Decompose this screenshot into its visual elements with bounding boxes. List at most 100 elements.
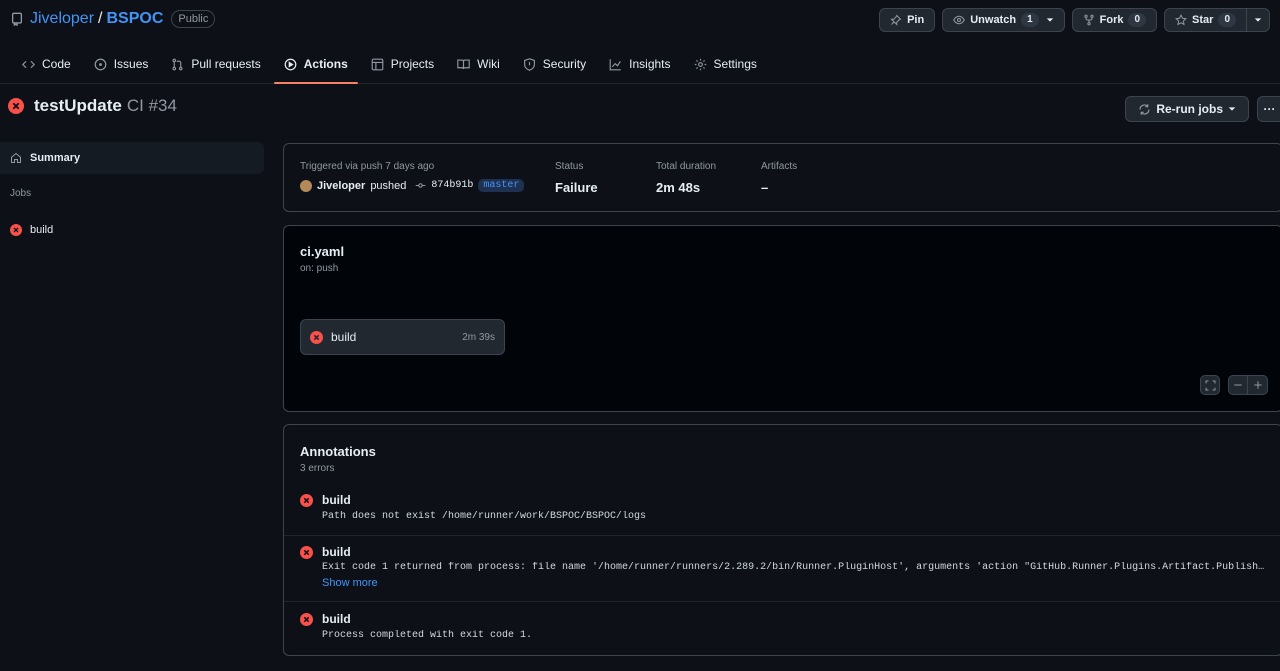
commit-sha-link[interactable]: 874b91b — [431, 180, 473, 191]
code-icon — [22, 60, 35, 68]
run-summary-panel: Triggered via push 7 days ago Jiveloper … — [283, 143, 1280, 212]
annotation-message: Exit code 1 returned from process: file … — [322, 562, 1267, 573]
show-more-link[interactable]: Show more — [322, 577, 378, 589]
watch-count: 1 — [1021, 13, 1039, 27]
pin-button[interactable]: Pin — [879, 8, 936, 32]
fork-button[interactable]: Fork 0 — [1071, 8, 1158, 32]
graph-zoom-controls — [1200, 375, 1268, 395]
tab-label: Projects — [390, 57, 435, 71]
sync-icon — [1139, 103, 1150, 115]
duration-value: 2m 48s — [656, 180, 701, 195]
fullscreen-icon — [1205, 380, 1215, 390]
annotation-job-link[interactable]: build — [322, 545, 351, 559]
annotation-job-link[interactable]: build — [322, 493, 351, 507]
failure-icon — [300, 546, 313, 559]
run-buttons: Re-run jobs ··· — [1125, 96, 1280, 122]
sidebar-item-build[interactable]: build — [0, 214, 264, 246]
tab-label: Security — [542, 57, 587, 71]
trigger-details: Jiveloper pushed 874b91b master — [300, 179, 525, 192]
failure-icon — [310, 330, 323, 344]
annotations-panel: Annotations 3 errors build Path does not… — [283, 424, 1280, 656]
actor-link[interactable]: Jiveloper — [317, 180, 365, 192]
workflow-file-name[interactable]: ci.yaml — [300, 244, 344, 259]
tab-pull-requests[interactable]: Pull requests — [161, 46, 270, 82]
annotations-count: 3 errors — [300, 463, 335, 474]
annotation-message: Process completed with exit code 1. — [322, 630, 533, 641]
rerun-jobs-button[interactable]: Re-run jobs — [1125, 96, 1249, 122]
book-icon — [457, 58, 470, 69]
repo-icon — [10, 12, 24, 26]
fork-count: 0 — [1128, 13, 1147, 27]
star-count: 0 — [1218, 13, 1236, 27]
tab-security[interactable]: Security — [513, 46, 596, 82]
run-title: testUpdate — [34, 96, 122, 115]
repo-owner-link[interactable]: Jiveloper — [30, 10, 94, 28]
annotation-item: build Path does not exist /home/runner/w… — [284, 483, 1280, 535]
avatar[interactable] — [300, 179, 312, 192]
failure-icon — [300, 494, 313, 507]
failure-icon — [10, 224, 22, 236]
tab-label: Wiki — [477, 57, 500, 71]
sidebar-item-label: Summary — [30, 152, 81, 164]
tab-wiki[interactable]: Wiki — [447, 46, 510, 82]
repo-title: Jiveloper / BSPOC Public — [10, 10, 216, 28]
star-button[interactable]: Star 0 — [1164, 8, 1247, 32]
branch-badge[interactable]: master — [478, 179, 525, 192]
tab-projects[interactable]: Projects — [361, 46, 444, 82]
chevron-down-icon — [1254, 18, 1262, 22]
job-node-build[interactable]: build 2m 39s — [300, 319, 505, 355]
more-options-button[interactable]: ··· — [1257, 96, 1280, 122]
failure-icon — [8, 98, 24, 114]
repo-header: Jiveloper / BSPOC Public Pin Unwatch 1 F… — [0, 0, 1280, 84]
table-icon — [371, 58, 384, 70]
jobs-heading: Jobs — [10, 188, 32, 199]
artifacts-column: Artifacts – — [761, 161, 797, 195]
pin-label: Pin — [907, 14, 925, 26]
plus-icon — [1253, 381, 1262, 389]
fullscreen-button[interactable] — [1200, 375, 1220, 395]
star-button-group: Star 0 — [1164, 8, 1270, 32]
chevron-down-icon — [1228, 107, 1236, 111]
annotations-title: Annotations — [300, 444, 376, 459]
kebab-icon: ··· — [1263, 102, 1276, 116]
issue-icon — [94, 58, 107, 70]
failure-icon — [300, 613, 313, 626]
pull-request-icon — [172, 58, 183, 70]
run-header: testUpdate CI #34 — [8, 96, 177, 116]
tab-label: Insights — [629, 57, 671, 71]
zoom-out-button[interactable] — [1228, 375, 1248, 395]
tab-code[interactable]: Code — [12, 46, 81, 82]
fork-icon — [1083, 14, 1094, 26]
home-icon — [10, 152, 22, 164]
sidebar-item-summary[interactable]: Summary — [0, 142, 264, 174]
zoom-in-button[interactable] — [1248, 375, 1268, 395]
star-list-dropdown[interactable] — [1247, 8, 1270, 32]
status-value: Failure — [555, 180, 598, 195]
duration-label: Total duration — [656, 161, 717, 172]
job-node-label: build — [331, 330, 357, 344]
minus-icon — [1234, 384, 1242, 386]
trigger-label: Triggered via push 7 days ago — [300, 161, 435, 172]
repo-separator: / — [98, 10, 103, 27]
artifacts-value: – — [761, 180, 769, 195]
sidebar-item-label: build — [30, 224, 54, 236]
gear-icon — [694, 58, 706, 70]
tab-insights[interactable]: Insights — [599, 46, 680, 82]
tab-issues[interactable]: Issues — [84, 46, 159, 82]
tab-actions[interactable]: Actions — [273, 46, 358, 84]
commit-icon — [416, 183, 426, 188]
annotation-message: Path does not exist /home/runner/work/BS… — [322, 511, 647, 522]
tab-settings[interactable]: Settings — [684, 46, 767, 82]
eye-icon — [953, 15, 966, 25]
annotation-job-link[interactable]: build — [322, 612, 351, 626]
job-node-duration: 2m 39s — [462, 331, 495, 343]
unwatch-button[interactable]: Unwatch 1 — [942, 8, 1065, 32]
trigger-action: pushed — [370, 179, 407, 192]
status-column: Status Failure — [555, 161, 598, 195]
repo-name-link[interactable]: BSPOC — [106, 10, 163, 28]
play-icon — [284, 58, 297, 70]
star-icon — [1175, 14, 1187, 26]
duration-column: Total duration 2m 48s — [656, 161, 716, 195]
tab-label: Settings — [713, 57, 757, 71]
pin-icon — [890, 14, 902, 26]
